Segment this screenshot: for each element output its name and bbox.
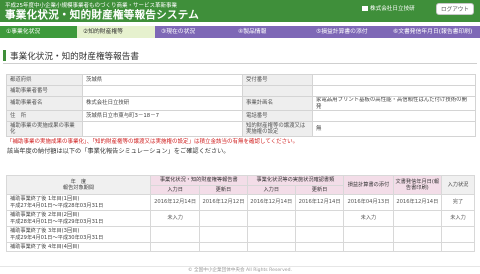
subsidy-no-value [82,85,243,97]
cell-confirm-input: 2016年12月14日 [246,194,296,211]
subsidy-no-label: 補助事業者番号 [6,85,83,97]
cell-doc-date [392,210,442,227]
table-row[interactable]: 補助事業終了後 3年目(3回目) 平成29年4月01日〜平成30年03月31日 [6,226,476,243]
input-date-header-2: 入力日 [246,185,296,195]
project-name-value: 家電品用プリント基板の高性能・高信頼性はんだ付け技術の開発 [312,96,476,111]
cell-doc-date [392,226,442,243]
report-group-header: 事業化状況・知的財産権等報告書 [149,175,248,186]
company-label: 株式会社日立技研 [362,4,415,12]
report-status-table: 年 度報告対象期間 事業化状況・知的財産権等報告書 事業化状況等の実施状況確認書… [6,175,476,252]
cell-update-date [199,210,248,227]
step-product-info[interactable]: ④製品情報 [232,26,310,38]
address-value: 茨城県日立市東与町3－18－7 [82,110,243,122]
company-name-value: 株式会社日立技研 [82,96,243,111]
cell-input-status: 完了 [440,194,476,211]
doc-date-header: 文書発信年月日(報告書印刷) [392,175,442,195]
step-current-status[interactable]: ③現在の状況 [155,26,232,38]
implementation-label: 補助事業の実施成果の事業化 [6,121,83,137]
step-doc-date[interactable]: ⑥文書発信年月日(報告書印刷) [387,26,480,38]
row-label: 補助事業終了後 1年目(1回目) 平成27年4月01日〜平成28年03月31日 [6,194,151,211]
row-title: 補助事業終了後 3年目(3回目) [10,228,80,235]
cell-confirm-update [294,226,345,243]
step-navigation: ①事業化状況 ②知的財産権等 ③現在の状況 ④製品情報 ⑤損益計算書の添付 ⑥文… [0,26,480,38]
receipt-no-label: 受付番号 [242,74,313,86]
page-title: 事業化状況・知的財産権等報告書 [10,52,139,62]
cell-pl-date: 未入力 [343,210,394,227]
warning-text: 「補助事業の実施成果の事業化」、「知的財産権等の譲渡又は実施権の設定」は積立金該… [7,139,299,145]
report-info-table: 都道府県 茨城県 受付番号 補助事業者番号 補助事業者名 株式会社日立技研 事業… [6,74,476,137]
cell-input-status [440,226,476,243]
cell-input-date: 2016年12月14日 [149,194,201,211]
cell-input-date [149,226,201,243]
row-label: 補助事業終了後 4年目(4回目) [6,242,151,252]
simulation-note: 該当年度の納付額は以下の「事業化報告シミュレーション」をご確認ください。 [7,148,230,155]
app-header: 平成25年度中小企業小規模事業者ものづくり商業・サービス革新事業 事業化状況・知… [0,0,480,22]
prefecture-value: 茨城県 [82,74,243,86]
step-business-status[interactable]: ①事業化状況 [0,26,77,38]
period-header-label: 報告対象期間 [62,185,95,191]
cell-input-date [149,242,201,252]
row-label: 補助事業終了後 2年目(2回目) 平成28年4月01日〜平成29年03月31日 [6,210,151,227]
logout-button[interactable]: ログアウト [436,3,474,15]
cell-input-status: 未入力 [440,210,476,227]
cell-confirm-input [246,226,296,243]
implementation-value [82,121,243,137]
table-row[interactable]: 補助事業終了後 4年目(4回目) [6,242,476,252]
page-title-bar: 事業化状況・知的財産権等報告書 [3,49,477,64]
step-pl-attach[interactable]: ⑤損益計算書の添付 [310,26,387,38]
app-title: 事業化状況・知的財産権等報告システム [5,9,200,21]
phone-value [312,110,476,122]
step-intellectual-property[interactable]: ②知的財産権等 [77,26,155,38]
address-label: 住 所 [6,110,83,122]
cell-confirm-update: 2016年12月14日 [294,194,345,211]
cell-update-date: 2016年12月12日 [199,194,248,211]
cell-pl-date: 2016年04月13日 [343,194,394,211]
cell-confirm-update [294,242,345,252]
year-header-label: 年 度 [70,178,87,185]
project-name-label: 事業計画名 [242,96,313,111]
cell-confirm-update [294,210,345,227]
cell-update-date [199,242,248,252]
prefecture-label: 都道府県 [6,74,83,86]
update-date-header-1: 更新日 [199,185,248,195]
cell-confirm-input [246,210,296,227]
row-title: 補助事業終了後 4年目(4回目) [10,243,80,250]
row-title: 補助事業終了後 2年目(2回目) [10,212,80,219]
update-date-header-2: 更新日 [294,185,345,195]
receipt-no-label-2 [242,85,313,97]
input-status-header: 入力状況 [440,175,476,195]
pl-attach-header: 損益計算書の添付 [343,175,394,195]
cell-confirm-input [246,242,296,252]
cell-input-date: 未入力 [149,210,201,227]
input-date-header-1: 入力日 [149,185,201,195]
row-title: 補助事業終了後 1年目(1回目) [10,196,80,203]
row-label: 補助事業終了後 3年目(3回目) 平成29年4月01日〜平成30年03月31日 [6,226,151,243]
cell-input-status [440,242,476,252]
cell-pl-date [343,226,394,243]
cell-pl-date [343,242,394,252]
company-name-label: 補助事業者名 [6,96,83,111]
company-name: 株式会社日立技研 [370,6,415,12]
ip-transfer-label: 知的財産権等の譲渡又は実施権の設定 [242,121,313,137]
receipt-no-value-2 [312,85,476,97]
confirm-group-header: 事業化状況等の実施状況確認書類 [246,175,345,186]
ip-transfer-value: 無 [312,121,476,137]
row-period: 平成29年4月01日〜平成30年03月31日 [10,234,104,241]
phone-label: 電話番号 [242,110,313,122]
cell-doc-date [392,242,442,252]
building-icon [362,6,368,11]
receipt-no-value [312,74,476,86]
row-period: 平成27年4月01日〜平成28年03月31日 [10,202,104,209]
table-row[interactable]: 補助事業終了後 2年目(2回目) 平成28年4月01日〜平成29年03月31日 未… [6,210,476,227]
year-header: 年 度報告対象期間 [6,175,151,195]
table-row[interactable]: 補助事業終了後 1年目(1回目) 平成27年4月01日〜平成28年03月31日 2… [6,194,476,211]
cell-update-date [199,226,248,243]
title-accent [3,50,6,61]
cell-doc-date: 2016年12月14日 [392,194,442,211]
row-period: 平成28年4月01日〜平成29年03月31日 [10,218,104,225]
